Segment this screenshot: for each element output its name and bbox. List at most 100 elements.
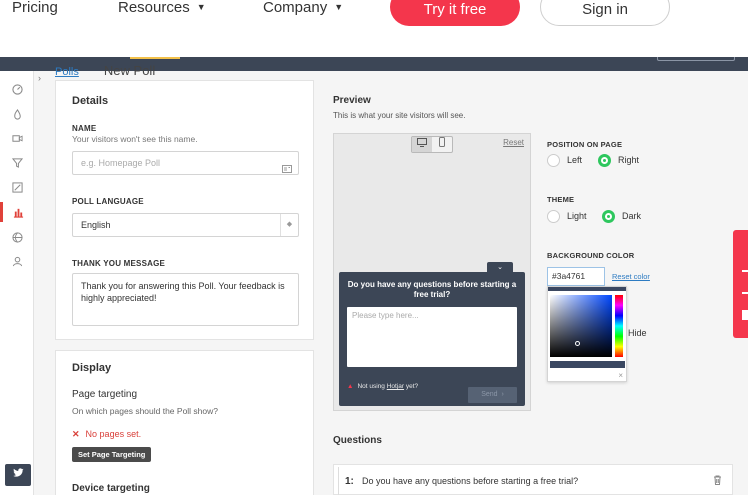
device-toggle [411,136,453,153]
collapse-chevron-icon[interactable]: ⌄ [487,262,513,274]
mobile-preview-icon[interactable] [432,137,452,152]
saturation-value-area[interactable] [550,295,612,357]
select-arrows-icon: ◆ [280,214,298,236]
details-title: Details [72,95,109,107]
breadcrumb-polls-link[interactable]: Polls [55,66,79,78]
position-radio-group: Left Right [547,154,657,168]
feedback-mark [742,310,748,320]
poll-name-input[interactable]: e.g. Homepage Poll [72,151,299,175]
surveys-icon[interactable] [0,227,34,247]
position-heading: POSITION ON PAGE [547,140,623,149]
details-panel: Details NAME Your visitors won't see thi… [55,80,314,340]
question-row[interactable]: 1: Do you have any questions before star… [333,464,733,495]
sign-in-button[interactable]: Sign in [540,0,670,26]
nav-resources-label: Resources [118,0,190,16]
nav-pricing-label: Pricing [12,0,58,16]
thank-you-value: Thank you for answering this Poll. Your … [81,281,285,303]
poll-question-text: Do you have any questions before startin… [347,280,517,299]
theme-dark-label: Dark [622,211,642,221]
poll-widget-preview: ⌄ Do you have any questions before start… [339,262,525,406]
name-label: NAME [72,124,97,133]
hotjar-logo-icon: ▲ [347,383,354,390]
hide-option-label: Hide [628,328,647,338]
feedback-tab[interactable] [733,230,748,338]
poll-language-label: POLL LANGUAGE [72,197,144,206]
error-x-icon: ✕ [72,429,80,439]
question-text: Do you have any questions before startin… [362,476,579,486]
picker-preview-bar [548,287,626,291]
set-page-targeting-button[interactable]: Set Page Targeting [72,447,152,462]
nav-resources-menu[interactable]: Resources ▼ [118,0,206,17]
device-targeting-label: Device targeting [72,483,150,494]
page-title: New Poll [103,63,156,78]
position-left-label: Left [567,155,583,165]
background-color-heading: BACKGROUND COLOR [547,251,635,260]
theme-heading: THEME [547,195,575,204]
page-targeting-help: On which pages should the Poll show? [72,406,219,416]
header-badge [130,57,180,59]
left-sidebar [0,71,34,495]
questions-title: Questions [333,435,382,446]
page-targeting-error: ✕ No pages set. [72,429,141,440]
nav-company-menu[interactable]: Company ▼ [263,0,343,17]
drag-handle[interactable] [338,467,339,495]
forms-icon[interactable] [0,177,34,197]
dashboard-icon[interactable] [0,79,34,99]
nav-pricing-link[interactable]: Pricing [12,0,58,16]
preview-help: This is what your site visitors will see… [333,111,466,120]
heatmap-icon[interactable] [0,104,34,124]
background-color-input[interactable]: #3a4761 [547,267,605,286]
position-left-radio[interactable] [547,154,560,167]
polls-icon[interactable] [0,202,34,222]
send-arrow-icon: › [501,391,504,398]
preview-frame: Reset ⌄ Do you have any questions before… [333,133,531,411]
picker-handle[interactable] [575,341,580,346]
theme-dark-radio[interactable] [602,210,615,223]
nav-company-label: Company [263,0,328,16]
funnel-icon[interactable] [0,152,34,172]
thank-you-label: THANK YOU MESSAGE [72,259,166,268]
desktop-preview-icon[interactable] [412,137,432,152]
no-pages-text: No pages set. [85,429,142,439]
poll-footer: ▲ Not using Hotjar yet? [347,383,418,390]
preview-reset-link[interactable]: Reset [503,138,524,147]
try-free-button[interactable]: Try it free [390,0,520,26]
reset-color-link[interactable]: Reset color [612,272,650,281]
header-button[interactable] [657,57,735,61]
twitter-icon[interactable] [5,464,31,486]
hue-slider[interactable] [615,295,623,357]
preview-title: Preview [333,95,371,106]
footer-suffix: yet? [405,383,419,390]
display-panel: Display Page targeting On which pages sh… [55,350,314,495]
top-navigation: Pricing Resources ▼ Company ▼ Try it free … [0,0,748,57]
poll-name-placeholder: e.g. Homepage Poll [81,158,161,168]
footer-prefix: Not using [357,383,385,390]
color-picker: × [547,286,627,382]
theme-light-label: Light [567,211,587,221]
name-help: Your visitors won't see this name. [72,134,198,144]
hotjar-link[interactable]: Hotjar [387,383,404,390]
picker-close-icon[interactable]: × [618,371,623,380]
send-label: Send [481,391,498,398]
caret-down-icon: ▼ [196,2,206,12]
sidebar-expand-icon[interactable]: › [38,73,41,83]
poll-language-select[interactable]: English ◆ [72,213,299,237]
breadcrumb: Polls New Poll [55,63,155,78]
poll-answer-textarea[interactable]: Please type here... [347,307,517,367]
feedback-mark [742,292,748,294]
recruiters-icon[interactable] [0,251,34,271]
position-right-label: Right [618,155,640,165]
thank-you-textarea[interactable]: Thank you for answering this Poll. Your … [72,273,299,326]
recordings-icon[interactable] [0,128,34,148]
theme-light-radio[interactable] [547,210,560,223]
caret-down-icon: ▼ [334,2,344,12]
id-card-icon [282,159,292,181]
poll-language-value: English [81,220,111,230]
theme-radio-group: Light Dark [547,210,657,224]
position-right-radio[interactable] [598,154,611,167]
feedback-mark [742,270,748,272]
trash-icon[interactable] [713,475,722,487]
poll-send-button[interactable]: Send › [468,387,517,403]
try-free-label: Try it free [423,1,487,18]
sign-in-label: Sign in [582,1,628,18]
